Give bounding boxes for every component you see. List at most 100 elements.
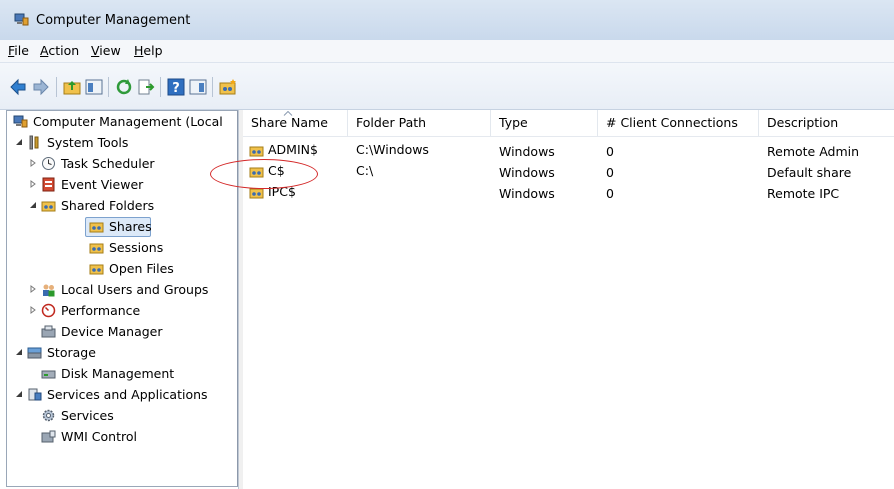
- tree-item-sessions[interactable]: Sessions: [9, 238, 237, 258]
- tree-label: Open Files: [109, 261, 174, 276]
- shares-list: Share Name Folder Path Type # Client Con…: [243, 110, 894, 489]
- tree-label: Event Viewer: [61, 177, 144, 192]
- show-hide-tree-icon[interactable]: [84, 77, 104, 97]
- tree-item-wmi-control[interactable]: WMI Control: [9, 427, 237, 447]
- collapse-arrow-icon[interactable]: [15, 390, 23, 398]
- tree-item-event-viewer[interactable]: Event Viewer: [9, 175, 237, 195]
- computer-management-icon: [13, 115, 28, 128]
- show-hide-action-pane-icon[interactable]: [188, 77, 208, 97]
- column-folder-path[interactable]: Folder Path: [348, 110, 491, 136]
- toolbar-separator: [160, 77, 161, 97]
- storage-icon: [27, 347, 42, 359]
- share-description: Remote IPC: [767, 186, 840, 201]
- console-tree: Computer Management (Local System Tools …: [6, 110, 238, 487]
- folder-path: C:\Windows: [356, 142, 429, 157]
- tree-label: Shares: [109, 219, 152, 234]
- tree-item-computer-management[interactable]: Computer Management (Local: [9, 112, 237, 132]
- menu-help[interactable]: Help: [134, 43, 163, 58]
- new-share-icon[interactable]: [218, 77, 238, 97]
- disk-management-icon: [41, 370, 56, 379]
- toolbar-separator: [56, 77, 57, 97]
- tree-label: WMI Control: [61, 429, 137, 444]
- tree-label: Task Scheduler: [61, 156, 155, 171]
- share-description: Default share: [767, 165, 852, 180]
- tree-item-services-and-applications[interactable]: Services and Applications: [9, 385, 237, 405]
- expand-arrow-icon[interactable]: [29, 159, 37, 167]
- client-connections: 0: [606, 186, 614, 201]
- up-folder-icon[interactable]: [62, 77, 82, 97]
- column-share-name[interactable]: Share Name: [243, 110, 348, 136]
- tree-item-open-files[interactable]: Open Files: [9, 259, 237, 279]
- tree-label: Performance: [61, 303, 141, 318]
- share-name: ADMIN$: [268, 142, 318, 157]
- menu-bar: File Action View Help: [0, 40, 894, 63]
- shared-folder-icon: [89, 264, 104, 275]
- refresh-icon[interactable]: [114, 77, 134, 97]
- wmi-control-icon: [41, 430, 56, 443]
- performance-icon: [41, 303, 56, 318]
- tree-item-device-manager[interactable]: Device Manager: [9, 322, 237, 342]
- expand-arrow-icon[interactable]: [29, 180, 37, 188]
- shared-folder-icon: [89, 222, 104, 233]
- help-icon[interactable]: ?: [166, 77, 186, 97]
- toolbar-separator: [108, 77, 109, 97]
- device-manager-icon: [41, 325, 56, 338]
- table-row[interactable]: C$ C:\ Windows 0 Default share: [243, 162, 894, 181]
- menu-file[interactable]: File: [8, 43, 29, 58]
- client-connections: 0: [606, 165, 614, 180]
- collapse-arrow-icon[interactable]: [15, 138, 23, 146]
- client-connections: 0: [606, 144, 614, 159]
- column-type[interactable]: Type: [491, 110, 598, 136]
- export-list-icon[interactable]: [136, 77, 156, 97]
- tree-label: Disk Management: [61, 366, 175, 381]
- menu-view[interactable]: View: [91, 43, 121, 58]
- tree-label: Computer Management (Local: [33, 114, 223, 129]
- tree-item-disk-management[interactable]: Disk Management: [9, 364, 237, 384]
- tree-label: Services and Applications: [47, 387, 208, 402]
- menu-action[interactable]: Action: [40, 43, 79, 58]
- forward-icon[interactable]: [31, 77, 51, 97]
- tree-item-shared-folders[interactable]: Shared Folders: [9, 196, 237, 216]
- share-type: Windows: [499, 186, 555, 201]
- folder-path: C:\: [356, 163, 374, 178]
- window-title: Computer Management: [36, 13, 191, 28]
- tree-label: System Tools: [47, 135, 129, 150]
- tree-item-system-tools[interactable]: System Tools: [9, 133, 237, 153]
- expand-arrow-icon[interactable]: [29, 306, 37, 314]
- shared-folder-icon: [89, 243, 104, 254]
- tree-item-services[interactable]: Services: [9, 406, 237, 426]
- tree-label: Sessions: [109, 240, 164, 255]
- tree-label: Storage: [47, 345, 96, 360]
- services-gear-icon: [42, 409, 55, 422]
- column-client-connections[interactable]: # Client Connections: [598, 110, 759, 136]
- share-type: Windows: [499, 144, 555, 159]
- tree-item-local-users-and-groups[interactable]: Local Users and Groups: [9, 280, 237, 300]
- computer-management-icon: [14, 13, 29, 26]
- share-description: Remote Admin: [767, 144, 860, 159]
- event-viewer-icon: [42, 177, 55, 192]
- back-icon[interactable]: [8, 77, 28, 97]
- tree-item-task-scheduler[interactable]: Task Scheduler: [9, 154, 237, 174]
- tree-item-shares[interactable]: Shares: [9, 217, 237, 237]
- share-type: Windows: [499, 165, 555, 180]
- collapse-arrow-icon[interactable]: [29, 201, 37, 209]
- expand-arrow-icon[interactable]: [29, 285, 37, 293]
- system-tools-icon: [29, 135, 39, 150]
- tree-label: Shared Folders: [61, 198, 155, 213]
- tree-item-performance[interactable]: Performance: [9, 301, 237, 321]
- column-header-row: Share Name Folder Path Type # Client Con…: [243, 110, 894, 137]
- tree-label: Local Users and Groups: [61, 282, 209, 297]
- tree-label: Services: [61, 408, 114, 423]
- annotation-ellipse: [210, 159, 318, 189]
- table-row[interactable]: ADMIN$ C:\Windows Windows 0 Remote Admin: [243, 141, 894, 160]
- services-and-applications-icon: [28, 388, 42, 401]
- tree-label: Device Manager: [61, 324, 163, 339]
- table-row[interactable]: IPC$ Windows 0 Remote IPC: [243, 183, 894, 202]
- shared-folder-icon: [41, 201, 56, 212]
- tree-item-storage[interactable]: Storage: [9, 343, 237, 363]
- collapse-arrow-icon[interactable]: [15, 348, 23, 356]
- shared-folder-icon: [249, 146, 264, 157]
- column-description[interactable]: Description: [759, 110, 894, 136]
- sort-ascending-icon: [283, 111, 293, 116]
- title-bar: Computer Management: [0, 0, 894, 40]
